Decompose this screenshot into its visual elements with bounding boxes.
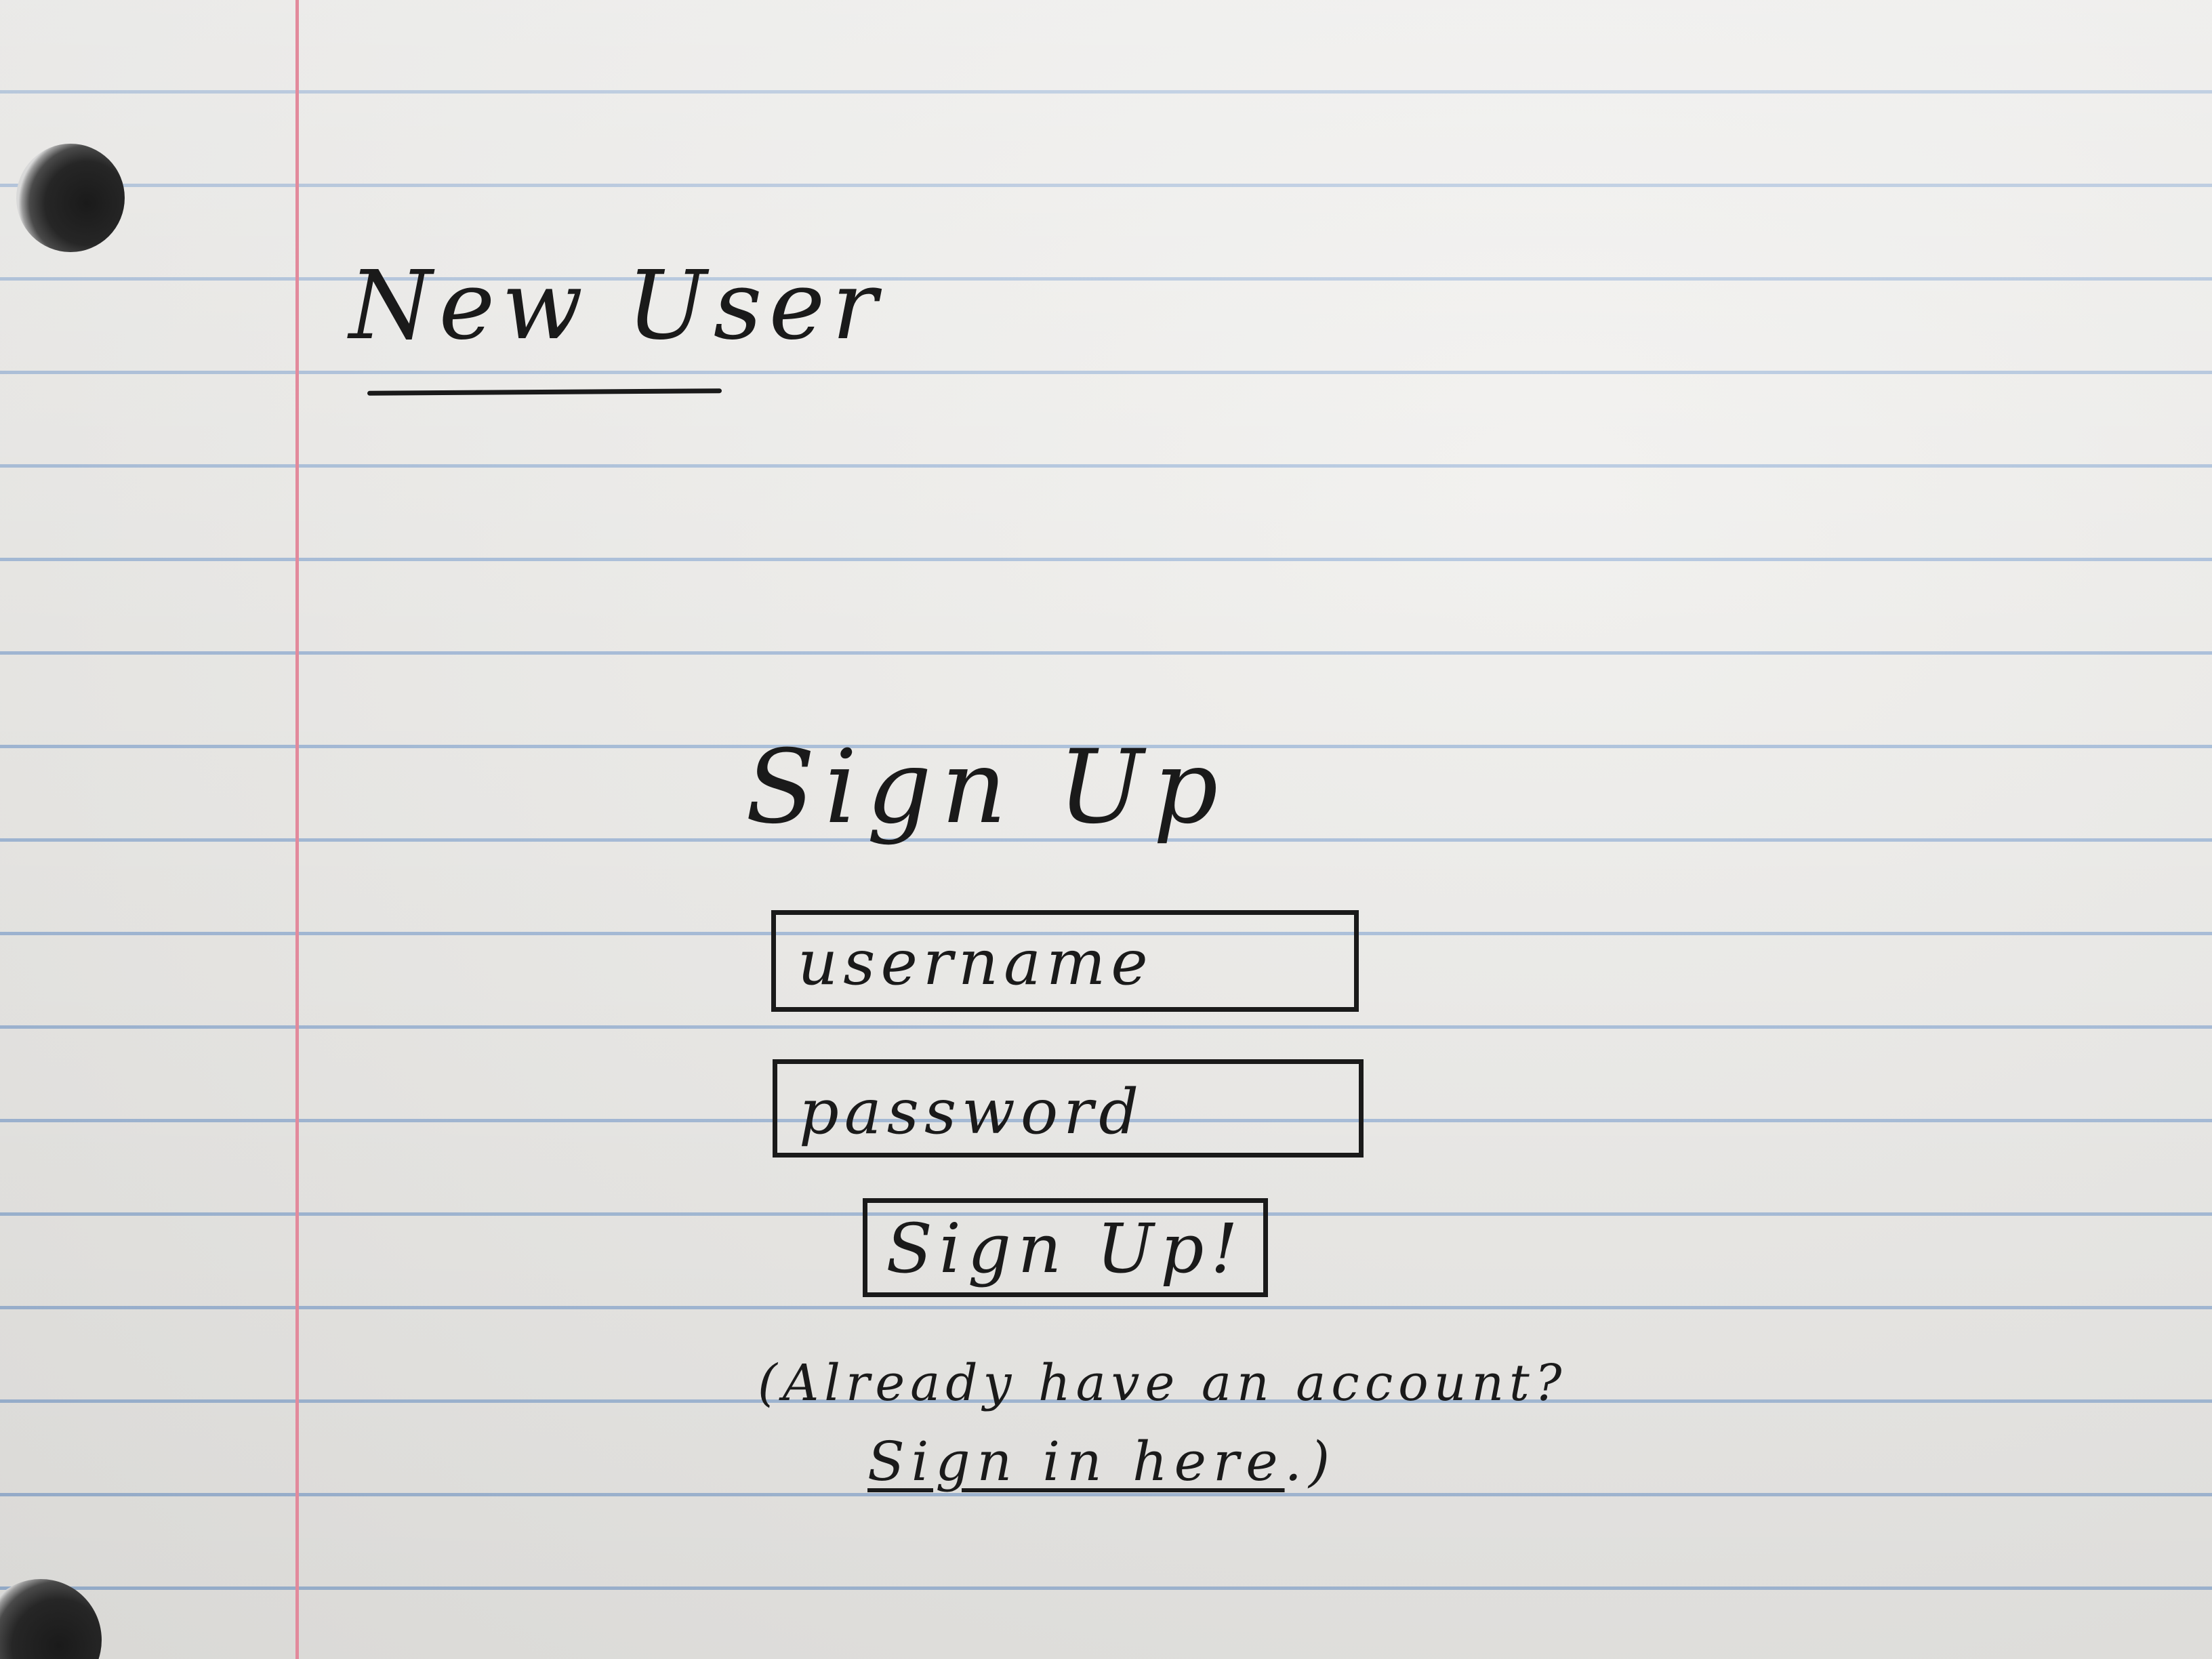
username-input[interactable] <box>796 922 1341 1004</box>
already-have-account-text: (Already have an account? <box>758 1354 1568 1412</box>
password-field[interactable] <box>773 1059 1364 1158</box>
signup-button-label: Sign Up! <box>886 1209 1245 1288</box>
page-title: New User <box>349 251 884 361</box>
notebook-paper: New User Sign Up Sign Up! (Already have … <box>0 0 2212 1659</box>
signin-link[interactable]: Sign in here <box>867 1430 1285 1493</box>
punch-hole <box>0 1579 102 1659</box>
margin-line <box>295 0 299 1659</box>
punch-hole <box>16 144 125 252</box>
username-field[interactable] <box>771 910 1359 1012</box>
signup-heading: Sign Up <box>745 729 1228 846</box>
signin-line: Sign in here.) <box>867 1430 1336 1493</box>
signup-button[interactable]: Sign Up! <box>863 1198 1268 1297</box>
password-input[interactable] <box>798 1071 1343 1153</box>
signin-suffix: .) <box>1284 1430 1337 1493</box>
page-title-underline <box>367 388 722 396</box>
